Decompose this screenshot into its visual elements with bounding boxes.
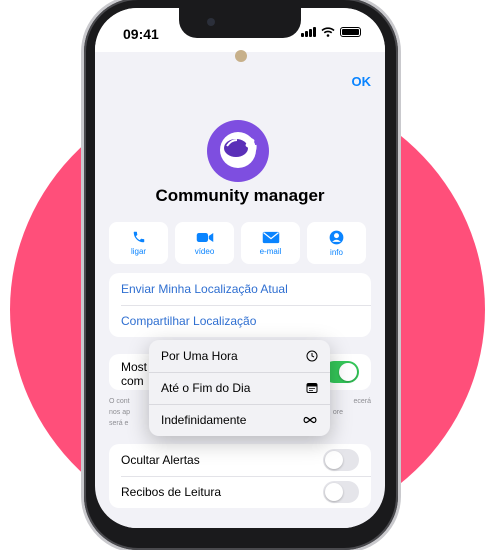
share-duration-menu: Por Uma Hora Até o Fim do Dia Indefinida… <box>149 340 330 436</box>
video-label: vídeo <box>194 246 215 256</box>
live-location-label: Most com <box>121 360 148 388</box>
read-receipts-toggle[interactable] <box>323 481 359 503</box>
share-location-button[interactable]: Compartilhar Localização <box>109 305 371 337</box>
phone-screen: 09:41 OK Community manager ligar vídeo e… <box>95 8 385 528</box>
hide-alerts-row: Ocultar Alertas <box>109 444 371 476</box>
info-label: info <box>330 247 343 257</box>
mail-icon <box>262 231 279 243</box>
menu-item-one-hour[interactable]: Por Uma Hora <box>149 340 330 372</box>
system-icons <box>301 27 361 37</box>
battery-icon <box>340 27 361 37</box>
wifi-icon <box>321 27 335 37</box>
location-card: Enviar Minha Localização Atual Compartil… <box>109 273 371 337</box>
read-receipts-label: Recibos de Leitura <box>121 485 222 499</box>
menu-item-indefinitely[interactable]: Indefinidamente <box>149 404 330 436</box>
signal-icon <box>301 27 316 37</box>
infinity-icon <box>303 416 317 424</box>
hide-alerts-label: Ocultar Alertas <box>121 453 200 467</box>
clock-icon <box>306 350 318 362</box>
send-location-button[interactable]: Enviar Minha Localização Atual <box>109 273 371 305</box>
ok-button[interactable]: OK <box>352 74 372 89</box>
notch <box>179 8 301 38</box>
phone-icon <box>133 231 144 243</box>
contact-name: Community manager <box>155 186 325 205</box>
call-button[interactable]: ligar <box>109 222 168 264</box>
calendar-icon <box>306 383 318 393</box>
email-label: e-mail <box>259 246 282 256</box>
peek-avatar-icon <box>235 50 247 62</box>
read-receipts-row: Recibos de Leitura <box>109 476 371 508</box>
person-icon <box>329 230 344 244</box>
video-icon <box>196 232 213 242</box>
call-label: ligar <box>130 247 147 256</box>
menu-item-end-of-day[interactable]: Até o Fim do Dia <box>149 372 330 404</box>
avatar <box>207 120 269 182</box>
hide-alerts-toggle[interactable] <box>323 449 359 471</box>
astronaut-helmet-icon <box>220 132 257 168</box>
action-bar: ligar vídeo e-mail info <box>109 222 366 264</box>
info-button[interactable]: info <box>307 222 366 264</box>
email-button[interactable]: e-mail <box>241 222 300 264</box>
video-button[interactable]: vídeo <box>175 222 234 264</box>
camera-icon <box>207 18 215 26</box>
alerts-card: Ocultar Alertas Recibos de Leitura <box>109 444 371 508</box>
status-time: 09:41 <box>123 26 159 42</box>
status-bar: 09:41 <box>95 8 385 52</box>
